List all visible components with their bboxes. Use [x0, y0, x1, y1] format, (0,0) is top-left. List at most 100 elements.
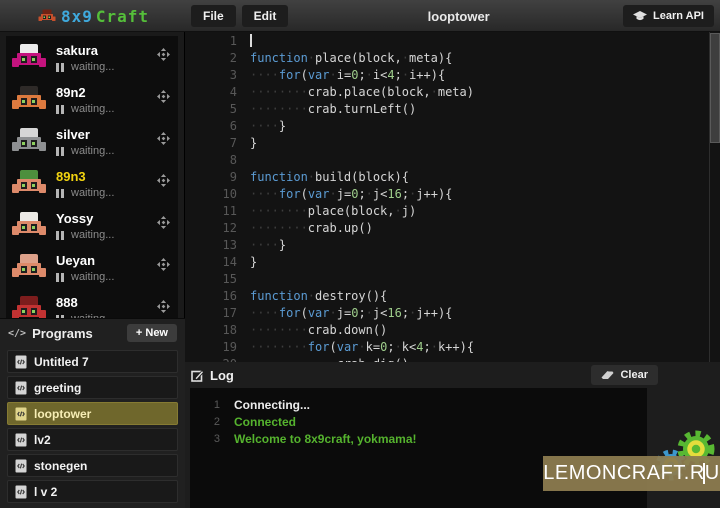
log-line: 3 Welcome to 8x9craft, yokmama! [190, 430, 647, 447]
app-window: 8x9Craft File Edit looptower Learn API s… [0, 0, 720, 508]
document-title: looptower [294, 9, 623, 24]
program-list: Untitled 7 greeting looptower lv2 stonegen l … [0, 350, 185, 503]
player-row[interactable]: silverwaiting... [6, 120, 178, 162]
player-status: waiting... [56, 61, 114, 73]
new-program-button[interactable]: + New [127, 324, 177, 342]
player-row[interactable]: sakura waiting... [6, 36, 178, 78]
pause-icon [56, 105, 59, 114]
code-line: 14} [185, 255, 720, 272]
move-locate-icon[interactable] [157, 300, 170, 313]
log-header: Log Clear [185, 362, 720, 388]
program-file-icon [15, 433, 27, 447]
scrollbar-thumb[interactable] [710, 33, 720, 143]
player-status: waiting... [56, 103, 114, 115]
log-line: 2Connected [190, 413, 647, 430]
line-number: 15 [185, 272, 250, 289]
code-text: } [250, 255, 257, 272]
code-line: 7} [185, 136, 720, 153]
log-line-number: 2 [190, 416, 220, 428]
player-info: silverwaiting... [56, 127, 114, 157]
program-file-icon [15, 485, 27, 499]
edit-menu-button[interactable]: Edit [242, 5, 289, 27]
player-row[interactable]: Yossy waiting... [6, 204, 178, 246]
editor-toolbar: File Edit looptower Learn API [185, 0, 720, 32]
player-row[interactable]: 888waiting... [6, 288, 178, 318]
player-info: Yossy waiting... [56, 211, 114, 241]
log-line-number: 3 [190, 433, 220, 445]
pause-icon [56, 273, 59, 282]
code-text: ····} [250, 238, 286, 255]
player-row[interactable]: 89n3 waiting... [6, 162, 178, 204]
line-number: 4 [185, 85, 250, 102]
code-text [250, 34, 252, 51]
line-number: 5 [185, 102, 250, 119]
move-locate-icon[interactable] [157, 216, 170, 229]
player-row[interactable]: 89n2waiting... [6, 78, 178, 120]
code-line: 3····for(var·i=0;·i<4;·i++){ [185, 68, 720, 85]
program-item[interactable]: l v 2 [7, 480, 178, 503]
crab-avatar [12, 253, 46, 281]
programs-panel: </> Programs + New Untitled 7greetingloo… [0, 318, 185, 508]
sidebar: sakurawaiting...89n2waiting...silverwait… [0, 32, 185, 508]
move-locate-icon[interactable] [157, 90, 170, 103]
code-editor[interactable]: 12function·place(block,·meta){3····for(v… [185, 32, 720, 362]
player-name: 89n3 [56, 169, 114, 184]
code-text: function·place(block,·meta){ [250, 51, 452, 68]
program-item[interactable]: greeting [7, 376, 178, 399]
player-name: silver [56, 127, 114, 142]
log-pencil-icon [191, 369, 204, 382]
player-status: waiting... [56, 187, 114, 199]
program-item[interactable]: lv2 [7, 428, 178, 451]
code-text: ····} [250, 119, 286, 136]
move-locate-icon[interactable] [157, 132, 170, 145]
code-text: ········for(var·k=0;·k<4;·k++){ [250, 340, 474, 357]
line-number: 13 [185, 238, 250, 255]
code-text: ········crab.turnLeft() [250, 102, 416, 119]
code-line: 1 [185, 34, 720, 51]
code-line: 4········crab.place(block,·meta) [185, 85, 720, 102]
eraser-icon [601, 370, 614, 380]
code-text: function·destroy(){ [250, 289, 387, 306]
code-brackets-icon: </> [8, 328, 26, 339]
watermark-text: LEMONCRAFT.RU [543, 462, 720, 485]
pause-icon [56, 147, 59, 156]
line-number: 6 [185, 119, 250, 136]
player-row[interactable]: Ueyanwaiting... [6, 246, 178, 288]
move-locate-icon[interactable] [157, 48, 170, 61]
program-name: lv2 [34, 433, 51, 447]
move-locate-icon[interactable] [157, 258, 170, 271]
program-file-icon [15, 459, 27, 473]
app-logo: 8x9Craft [0, 0, 185, 32]
player-name: Yossy [56, 211, 114, 226]
program-item[interactable]: stonegen [7, 454, 178, 477]
player-info: Ueyanwaiting... [56, 253, 114, 283]
program-file-icon [15, 381, 27, 395]
line-number: 17 [185, 306, 250, 323]
log-line-number: 1 [190, 399, 220, 411]
move-locate-icon[interactable] [157, 174, 170, 187]
watermark-banner: LEMONCRAFT.RU [543, 456, 720, 491]
code-line: 8 [185, 153, 720, 170]
code-line: 18········crab.down() [185, 323, 720, 340]
editor-scrollbar[interactable] [709, 32, 720, 362]
program-name: greeting [34, 381, 81, 395]
code-line: 11········place(block,·j) [185, 204, 720, 221]
line-number: 14 [185, 255, 250, 272]
player-list: sakurawaiting...89n2waiting...silverwait… [6, 36, 178, 318]
player-name: sakura [56, 43, 114, 58]
log-message: Welcome to 8x9craft, yokmama! [234, 432, 417, 446]
pause-icon [56, 231, 59, 240]
program-name: l v 2 [34, 485, 57, 499]
player-status: waiting... [56, 229, 114, 241]
line-number: 1 [185, 34, 250, 51]
log-message: Connecting... [234, 398, 310, 412]
code-line: 17····for(var·j=0;·j<16;·j++){ [185, 306, 720, 323]
learn-api-button[interactable]: Learn API [623, 5, 714, 27]
crab-avatar [12, 211, 46, 239]
clear-log-button[interactable]: Clear [591, 365, 658, 385]
program-name: looptower [34, 407, 91, 421]
program-item[interactable]: Untitled 7 [7, 350, 178, 373]
line-number: 19 [185, 340, 250, 357]
program-item[interactable]: looptower [7, 402, 178, 425]
file-menu-button[interactable]: File [191, 5, 236, 27]
